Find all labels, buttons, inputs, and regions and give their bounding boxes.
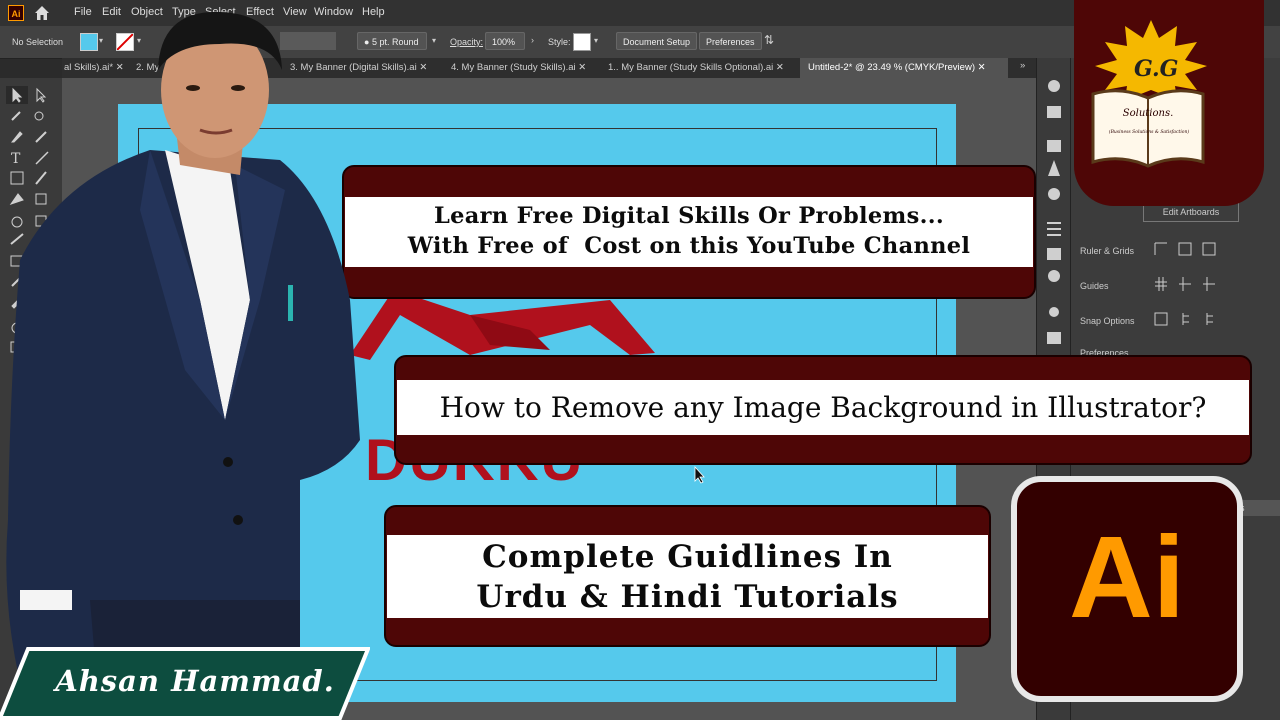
close-icon[interactable]: ✕ bbox=[978, 62, 986, 73]
banner-line-1: Complete Guidlines In bbox=[482, 539, 893, 575]
arrange-icon[interactable]: ⇅ bbox=[764, 33, 774, 47]
banner-line-2: Urdu & Hindi Tutorials bbox=[476, 579, 899, 615]
chevron-down-icon[interactable]: ▾ bbox=[594, 36, 598, 45]
tab-untitled-2[interactable]: Untitled-2* @ 23.49 % (CMYK/Preview) ✕ bbox=[800, 58, 1008, 78]
ruler-grid-icons[interactable] bbox=[1153, 241, 1217, 259]
close-icon[interactable]: ✕ bbox=[578, 62, 586, 73]
close-icon[interactable]: ✕ bbox=[419, 62, 427, 73]
tab-doc-4[interactable]: 4. My Banner (Study Skills).ai ✕ bbox=[451, 58, 599, 78]
banner-youtube-text: Learn Free Digital Skills Or Problems...… bbox=[345, 197, 1033, 267]
banner-line-1: Learn Free Digital Skills Or Problems... bbox=[434, 203, 944, 229]
style-label: Style: bbox=[548, 37, 571, 47]
chevron-down-icon[interactable]: ▾ bbox=[432, 36, 436, 45]
presenter-photo bbox=[6, 11, 360, 720]
tab-doc-5[interactable]: 1.. My Banner (Study Skills Optional).ai… bbox=[608, 58, 798, 78]
ruler-grids-label: Ruler & Grids bbox=[1080, 246, 1135, 256]
guides-icons[interactable] bbox=[1153, 276, 1217, 294]
mouse-cursor-icon bbox=[694, 466, 705, 484]
illustrator-logo: Ai bbox=[1011, 476, 1243, 702]
preferences-button[interactable]: Preferences bbox=[699, 32, 762, 50]
close-icon[interactable]: ✕ bbox=[776, 62, 784, 73]
opacity-label: Opacity: bbox=[450, 37, 484, 47]
snap-options-label: Snap Options bbox=[1080, 316, 1135, 326]
tabs-overflow-icon[interactable]: » bbox=[1020, 60, 1025, 71]
panel-icons[interactable] bbox=[1044, 76, 1064, 356]
guides-label: Guides bbox=[1080, 281, 1109, 291]
banner-guidelines-text: Complete Guidlines In Urdu & Hindi Tutor… bbox=[387, 535, 988, 618]
chevron-right-icon[interactable]: › bbox=[531, 35, 534, 45]
banner-title-text: How to Remove any Image Background in Il… bbox=[397, 380, 1249, 435]
gg-logo-text: G.G bbox=[1134, 56, 1179, 82]
banner-line-2: With Free of Cost on this YouTube Channe… bbox=[407, 233, 971, 259]
tab-label: Untitled-2* @ 23.49 % (CMYK/Preview) bbox=[808, 62, 975, 73]
ai-logo-text: Ai bbox=[1069, 512, 1185, 642]
gg-solutions-logo: G.G Solutions. (Business Solutions & Sat… bbox=[1074, 0, 1264, 206]
style-swatch[interactable] bbox=[573, 33, 591, 51]
opacity-input[interactable]: 100% bbox=[485, 32, 525, 50]
gg-logo-sub: Solutions. bbox=[1122, 108, 1174, 119]
presenter-name: Ahsan Hammad. bbox=[55, 664, 335, 698]
tab-label: 1.. My Banner (Study Skills Optional).ai bbox=[608, 62, 774, 73]
tab-label: 4. My Banner (Study Skills).ai bbox=[451, 62, 576, 73]
snap-icons[interactable] bbox=[1153, 311, 1217, 329]
gg-logo-tagline: (Business Solutions & Satisfaction) bbox=[1108, 130, 1190, 135]
document-setup-button[interactable]: Document Setup bbox=[616, 32, 698, 50]
